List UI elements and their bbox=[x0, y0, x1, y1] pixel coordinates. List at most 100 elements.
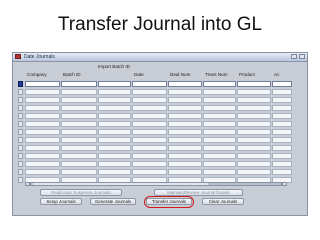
grid-cell[interactable] bbox=[168, 153, 202, 159]
grid-cell[interactable] bbox=[25, 153, 60, 159]
row-selector[interactable] bbox=[18, 129, 23, 135]
grid-cell[interactable] bbox=[98, 169, 131, 175]
row-selector[interactable] bbox=[18, 113, 23, 119]
grid-cell[interactable] bbox=[98, 121, 131, 127]
scrollbar-thumb[interactable] bbox=[33, 183, 208, 185]
row-selector[interactable] bbox=[18, 153, 23, 159]
row-selector[interactable] bbox=[18, 81, 23, 87]
grid-cell[interactable] bbox=[203, 129, 236, 135]
setup-journals-button[interactable]: Setup Journals bbox=[40, 198, 82, 205]
grid-cell[interactable] bbox=[25, 145, 60, 151]
grid-cell[interactable] bbox=[98, 137, 131, 143]
grid-cell[interactable] bbox=[25, 137, 60, 143]
row-selector[interactable] bbox=[18, 89, 23, 95]
grid-cell[interactable] bbox=[132, 169, 167, 175]
grid-cell[interactable] bbox=[25, 161, 60, 167]
grid-cell[interactable] bbox=[237, 145, 271, 151]
grid-cell[interactable] bbox=[168, 113, 202, 119]
grid-cell[interactable] bbox=[61, 97, 97, 103]
grid-cell[interactable] bbox=[272, 105, 292, 111]
grid-cell[interactable] bbox=[25, 97, 60, 103]
grid-cell[interactable] bbox=[237, 129, 271, 135]
scroll-right-icon[interactable] bbox=[282, 182, 287, 186]
row-selector[interactable] bbox=[18, 121, 23, 127]
grid-cell[interactable] bbox=[98, 161, 131, 167]
grid-cell[interactable] bbox=[61, 129, 97, 135]
clear-journals-button[interactable]: Clear Journals bbox=[202, 198, 244, 205]
grid-cell[interactable] bbox=[61, 89, 97, 95]
grid-cell[interactable] bbox=[25, 169, 60, 175]
reallocate-suspense-journals-button[interactable]: Reallocate Suspense Journals bbox=[40, 189, 122, 196]
grid-cell[interactable] bbox=[237, 161, 271, 167]
grid-cell[interactable] bbox=[168, 161, 202, 167]
grid-cell[interactable] bbox=[98, 129, 131, 135]
grid-cell[interactable] bbox=[237, 169, 271, 175]
grid-cell[interactable] bbox=[203, 137, 236, 143]
grid-cell[interactable] bbox=[168, 105, 202, 111]
grid-cell[interactable] bbox=[203, 161, 236, 167]
grid-cell[interactable] bbox=[237, 81, 271, 87]
grid-cell[interactable] bbox=[25, 113, 60, 119]
grid-cell[interactable] bbox=[203, 89, 236, 95]
grid-cell[interactable] bbox=[203, 81, 236, 87]
grid-cell[interactable] bbox=[168, 81, 202, 87]
row-selector[interactable] bbox=[18, 177, 23, 183]
grid-cell[interactable] bbox=[168, 137, 202, 143]
grid-cell[interactable] bbox=[272, 145, 292, 151]
grid-cell[interactable] bbox=[132, 105, 167, 111]
grid-cell[interactable] bbox=[237, 89, 271, 95]
grid-cell[interactable] bbox=[61, 161, 97, 167]
grid-cell[interactable] bbox=[203, 145, 236, 151]
grid-cell[interactable] bbox=[237, 137, 271, 143]
grid-cell[interactable] bbox=[132, 113, 167, 119]
horizontal-scrollbar[interactable] bbox=[30, 182, 282, 186]
grid-cell[interactable] bbox=[203, 97, 236, 103]
grid-cell[interactable] bbox=[203, 105, 236, 111]
grid-cell[interactable] bbox=[272, 153, 292, 159]
grid-cell[interactable] bbox=[272, 97, 292, 103]
grid-cell[interactable] bbox=[168, 97, 202, 103]
grid-cell[interactable] bbox=[132, 161, 167, 167]
grid-cell[interactable] bbox=[132, 89, 167, 95]
grid-cell[interactable] bbox=[25, 89, 60, 95]
grid-cell[interactable] bbox=[272, 121, 292, 127]
grid-cell[interactable] bbox=[203, 153, 236, 159]
grid-cell[interactable] bbox=[203, 113, 236, 119]
grid-cell[interactable] bbox=[25, 105, 60, 111]
grid-cell[interactable] bbox=[25, 81, 60, 87]
grid-cell[interactable] bbox=[98, 97, 131, 103]
minimize-icon[interactable] bbox=[291, 54, 297, 59]
grid-cell[interactable] bbox=[61, 81, 97, 87]
grid-cell[interactable] bbox=[272, 169, 292, 175]
grid-cell[interactable] bbox=[61, 105, 97, 111]
row-selector[interactable] bbox=[18, 145, 23, 151]
grid-cell[interactable] bbox=[168, 145, 202, 151]
grid-cell[interactable] bbox=[132, 81, 167, 87]
grid-cell[interactable] bbox=[98, 105, 131, 111]
grid-cell[interactable] bbox=[203, 169, 236, 175]
grid-cell[interactable] bbox=[98, 113, 131, 119]
grid-cell[interactable] bbox=[168, 121, 202, 127]
row-selector[interactable] bbox=[18, 161, 23, 167]
grid-cell[interactable] bbox=[237, 113, 271, 119]
grid-cell[interactable] bbox=[272, 137, 292, 143]
grid-cell[interactable] bbox=[98, 145, 131, 151]
grid-cell[interactable] bbox=[203, 121, 236, 127]
grid-cell[interactable] bbox=[168, 169, 202, 175]
grid-cell[interactable] bbox=[61, 145, 97, 151]
grid-cell[interactable] bbox=[25, 121, 60, 127]
row-selector[interactable] bbox=[18, 137, 23, 143]
grid-cell[interactable] bbox=[132, 153, 167, 159]
grid-cell[interactable] bbox=[132, 129, 167, 135]
grid-cell[interactable] bbox=[237, 105, 271, 111]
grid-cell[interactable] bbox=[237, 97, 271, 103]
grid-cell[interactable] bbox=[98, 89, 131, 95]
grid-cell[interactable] bbox=[237, 153, 271, 159]
grid-cell[interactable] bbox=[25, 129, 60, 135]
grid-cell[interactable] bbox=[237, 121, 271, 127]
maintain-review-journal-details-button[interactable]: Maintain/Review Journal Details bbox=[154, 189, 243, 196]
grid-cell[interactable] bbox=[272, 129, 292, 135]
grid-cell[interactable] bbox=[61, 153, 97, 159]
grid-cell[interactable] bbox=[272, 113, 292, 119]
grid-cell[interactable] bbox=[272, 89, 292, 95]
